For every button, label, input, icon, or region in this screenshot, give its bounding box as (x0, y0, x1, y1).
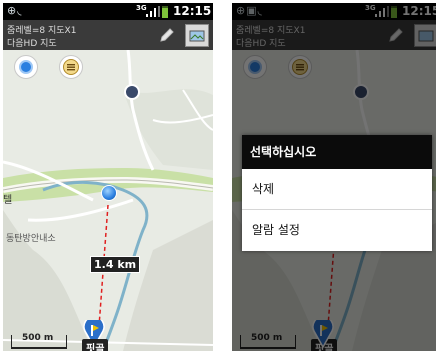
map-place-label: 동탄방안내소 (6, 234, 56, 244)
signal-icon (146, 6, 160, 17)
gps-icon[interactable] (101, 185, 117, 201)
phone-screen-map: 텔 동탄방안내소 1.4 km 핏골 500 m ⊕◟ 3G 12:15 줌레벨… (3, 3, 213, 351)
delete-option[interactable]: 삭제 (242, 169, 432, 210)
app-title-bar: 줌레벨=8 지도X1 다음HD 지도 (3, 20, 213, 50)
status-bar: ⊕◟ 3G 12:15 (3, 3, 213, 20)
layers-icon (189, 30, 205, 41)
dialog-title: 선택하십시오 (242, 135, 432, 169)
status-notification-icons: ⊕◟ (7, 4, 22, 17)
gps-status-icon: ⊕ (7, 4, 18, 17)
edit-button[interactable] (155, 23, 179, 46)
map-scale-text: 500 m (22, 333, 54, 343)
alarm-settings-option[interactable]: 알람 설정 (242, 210, 432, 251)
my-location-button[interactable] (14, 55, 38, 79)
map-view[interactable]: 텔 동탄방안내소 1.4 km 핏골 500 m (3, 49, 213, 351)
zoom-level-text: 줌레벨=8 지도X1 (7, 26, 77, 36)
map-scale-bar: 500 m (11, 333, 67, 349)
map-place-label: 텔 (3, 195, 13, 206)
destination-label: 핏골 (82, 339, 109, 351)
status-time: 12:15 (173, 4, 212, 18)
phone-screen-dialog: 핏골 500 m ⊕▣◟ 3G 12:15 줌레벨=8 지도X1 다음HD 지도 (232, 3, 436, 351)
pencil-icon (160, 27, 174, 42)
list-button[interactable] (59, 55, 83, 79)
wifi-icon: ◟ (17, 4, 23, 17)
map-provider-text: 다음HD 지도 (7, 39, 57, 49)
list-icon (63, 59, 79, 75)
layers-button[interactable] (185, 24, 209, 47)
location-icon (19, 60, 33, 74)
choice-dialog: 선택하십시오 삭제 알람 설정 (242, 135, 432, 251)
distance-badge: 1.4 km (90, 256, 141, 273)
battery-icon (162, 6, 168, 18)
poi-marker-icon[interactable] (124, 84, 140, 100)
